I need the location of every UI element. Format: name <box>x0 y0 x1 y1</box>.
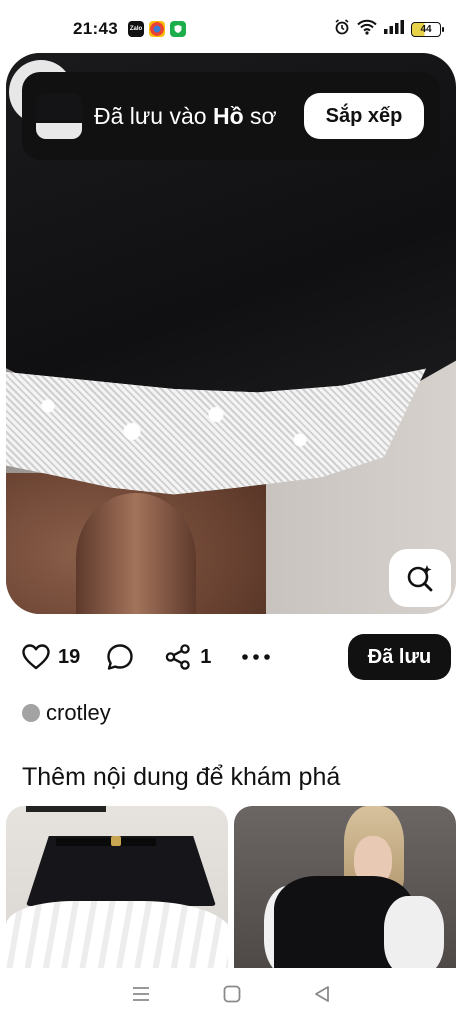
signal-icon <box>384 19 404 39</box>
like-count: 19 <box>58 645 81 668</box>
visual-search-button[interactable] <box>389 549 451 607</box>
menu-icon <box>132 986 149 1001</box>
section-title: Thêm nội dung để khám phá <box>22 763 341 791</box>
toast-thumbnail <box>36 93 82 139</box>
home-icon <box>223 985 240 1002</box>
share-count: 1 <box>200 645 212 668</box>
recents-button[interactable] <box>132 986 150 1007</box>
zalo-icon: Zalo <box>127 21 144 37</box>
battery-icon: 44 <box>411 21 444 37</box>
related-pins-grid <box>6 806 456 976</box>
comment-button[interactable] <box>106 643 134 671</box>
toast-message: Đã lưu vào Hồ sơ <box>94 103 277 129</box>
comment-icon <box>107 644 133 670</box>
avatar <box>22 704 40 722</box>
browser-icon <box>148 21 165 37</box>
related-pin[interactable] <box>6 806 228 976</box>
back-nav-button[interactable] <box>314 985 330 1008</box>
status-time: 21:43 <box>73 19 118 38</box>
share-icon <box>166 644 190 670</box>
alarm-icon <box>334 18 350 40</box>
share-button[interactable]: 1 <box>164 643 211 671</box>
saved-button[interactable]: Đã lưu <box>348 634 451 680</box>
pin-detail-screen: 21:43 Zalo 44 Đã lưu vào Hồ sơ Sắp xếp 1… <box>0 0 461 1024</box>
shield-icon <box>169 21 186 37</box>
wifi-icon <box>357 19 377 40</box>
status-icons: 44 <box>334 18 444 40</box>
back-icon <box>314 985 329 1002</box>
saved-toast: Đã lưu vào Hồ sơ Sắp xếp <box>22 72 440 160</box>
author-name: crotley <box>46 700 111 725</box>
status-bar: 21:43 Zalo 44 <box>0 0 461 58</box>
like-button[interactable]: 19 <box>22 644 80 670</box>
author-link[interactable]: crotley <box>22 700 111 726</box>
pin-actions: 19 1 Đã lưu <box>0 634 461 680</box>
more-icon <box>242 654 271 660</box>
home-button[interactable] <box>223 985 241 1008</box>
system-nav-bar <box>0 968 461 1024</box>
heart-icon <box>22 644 50 670</box>
organize-button[interactable]: Sắp xếp <box>304 93 424 139</box>
more-options-button[interactable] <box>241 653 271 661</box>
visual-search-icon <box>407 565 433 592</box>
related-pin[interactable] <box>234 806 456 976</box>
